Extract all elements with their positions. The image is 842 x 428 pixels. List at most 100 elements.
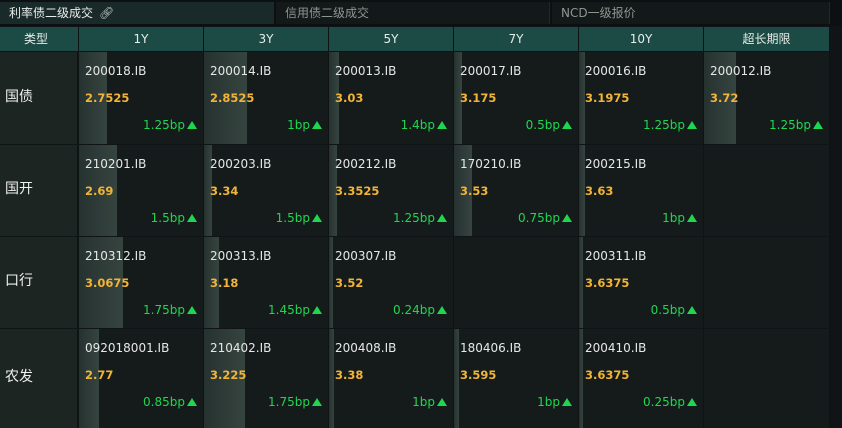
empty-cell — [454, 237, 579, 328]
bond-code: 200018.IB — [85, 64, 147, 78]
bond-yield: 3.225 — [210, 368, 247, 382]
triangle-up-icon — [312, 214, 322, 222]
bond-code: 092018001.IB — [85, 341, 170, 355]
triangle-up-icon — [687, 214, 697, 222]
quote-cell[interactable]: 200215.IB 3.63 1bp — [579, 145, 704, 236]
change-value: 1.5bp — [275, 211, 310, 225]
yield-change: 1.4bp — [401, 118, 447, 132]
triangle-up-icon — [187, 121, 197, 129]
quote-cell[interactable]: 210402.IB 3.225 1.75bp — [204, 329, 329, 428]
yield-change: 0.24bp — [393, 303, 447, 317]
bond-yield: 2.8525 — [210, 91, 255, 105]
bond-code: 200408.IB — [335, 341, 397, 355]
triangle-up-icon — [687, 306, 697, 314]
quote-cell[interactable]: 200311.IB 3.6375 0.5bp — [579, 237, 704, 328]
change-value: 1.25bp — [143, 118, 185, 132]
bond-yield: 3.63 — [585, 184, 614, 198]
tab-label: NCD一级报价 — [561, 6, 636, 20]
yield-change: 1bp — [287, 118, 322, 132]
yield-change: 1.5bp — [276, 211, 322, 225]
change-value: 0.24bp — [393, 303, 435, 317]
triangle-up-icon — [813, 121, 823, 129]
tab-bar: 利率债二级成交 🔗︎ 信用债二级成交 NCD一级报价 — [0, 0, 842, 26]
quote-cell[interactable]: 200307.IB 3.52 0.24bp — [329, 237, 454, 328]
triangle-up-icon — [562, 214, 572, 222]
bond-code: 200410.IB — [585, 341, 647, 355]
change-value: 1.75bp — [143, 303, 185, 317]
bond-code: 180406.IB — [460, 341, 522, 355]
quote-cell[interactable]: 200212.IB 3.3525 1.25bp — [329, 145, 454, 236]
change-value: 1.5bp — [150, 211, 185, 225]
empty-cell — [704, 237, 830, 328]
bond-code: 200212.IB — [335, 157, 397, 171]
quote-cell[interactable]: 210312.IB 3.0675 1.75bp — [79, 237, 204, 328]
volume-bar — [579, 329, 583, 428]
bond-yield: 2.77 — [85, 368, 114, 382]
quote-cell[interactable]: 200017.IB 3.175 0.5bp — [454, 52, 579, 144]
row-label: 口行 — [0, 237, 78, 328]
bond-yield: 2.69 — [85, 184, 114, 198]
bond-code: 200203.IB — [210, 157, 272, 171]
yield-change: 0.75bp — [518, 211, 572, 225]
bond-code: 200016.IB — [585, 64, 647, 78]
quote-cell[interactable]: 092018001.IB 2.77 0.85bp — [79, 329, 204, 428]
triangle-up-icon — [187, 306, 197, 314]
header-col-5[interactable]: 超长期限 — [704, 27, 830, 51]
tab-ncd-primary-quote[interactable]: NCD一级报价 — [552, 2, 830, 24]
quote-cell[interactable]: 200313.IB 3.18 1.45bp — [204, 237, 329, 328]
bond-yield: 3.18 — [210, 276, 239, 290]
quote-cell[interactable]: 170210.IB 3.53 0.75bp — [454, 145, 579, 236]
yield-change: 1bp — [662, 211, 697, 225]
volume-bar — [579, 237, 583, 328]
row-label: 农发 — [0, 329, 78, 428]
header-col-3[interactable]: 7Y — [454, 27, 579, 51]
bond-yield: 3.0675 — [85, 276, 130, 290]
quote-cell[interactable]: 200410.IB 3.6375 0.25bp — [579, 329, 704, 428]
triangle-up-icon — [437, 306, 447, 314]
triangle-up-icon — [437, 214, 447, 222]
bond-code: 200215.IB — [585, 157, 647, 171]
quote-cell[interactable]: 180406.IB 3.595 1bp — [454, 329, 579, 428]
quote-cell[interactable]: 200203.IB 3.34 1.5bp — [204, 145, 329, 236]
volume-bar — [329, 237, 333, 328]
quote-cell[interactable]: 200012.IB 3.72 1.25bp — [704, 52, 830, 144]
row-label: 国开 — [0, 145, 78, 236]
change-value: 1bp — [537, 395, 560, 409]
triangle-up-icon — [562, 398, 572, 406]
triangle-up-icon — [312, 398, 322, 406]
bond-code: 210312.IB — [85, 249, 147, 263]
yield-change: 1.5bp — [151, 211, 197, 225]
triangle-up-icon — [437, 121, 447, 129]
change-value: 1.25bp — [769, 118, 811, 132]
quote-cell[interactable]: 200408.IB 3.38 1bp — [329, 329, 454, 428]
bond-code: 200313.IB — [210, 249, 272, 263]
change-value: 0.5bp — [525, 118, 560, 132]
quote-cell[interactable]: 200013.IB 3.03 1.4bp — [329, 52, 454, 144]
header-type: 类型 — [0, 27, 79, 51]
bond-code: 210402.IB — [210, 341, 272, 355]
triangle-up-icon — [187, 398, 197, 406]
bond-yield: 3.52 — [335, 276, 364, 290]
tab-credit-bond-secondary[interactable]: 信用债二级成交 — [276, 2, 550, 24]
link-icon[interactable]: 🔗︎ — [99, 2, 114, 24]
tab-rate-bond-secondary[interactable]: 利率债二级成交 🔗︎ — [0, 2, 274, 24]
bond-code: 200017.IB — [460, 64, 522, 78]
header-col-4[interactable]: 10Y — [579, 27, 704, 51]
quote-cell[interactable]: 200018.IB 2.7525 1.25bp — [79, 52, 204, 144]
yield-change: 1.75bp — [268, 395, 322, 409]
quote-cell[interactable]: 200014.IB 2.8525 1bp — [204, 52, 329, 144]
header-col-2[interactable]: 5Y — [329, 27, 454, 51]
yield-change: 1.25bp — [643, 118, 697, 132]
yield-change: 0.5bp — [651, 303, 697, 317]
quote-cell[interactable]: 210201.IB 2.69 1.5bp — [79, 145, 204, 236]
empty-cell — [704, 145, 830, 236]
header-col-1[interactable]: 3Y — [204, 27, 329, 51]
bond-yield: 3.6375 — [585, 368, 630, 382]
header-col-0[interactable]: 1Y — [79, 27, 204, 51]
bond-yield: 2.7525 — [85, 91, 130, 105]
change-value: 1.4bp — [400, 118, 435, 132]
change-value: 0.25bp — [643, 395, 685, 409]
quote-cell[interactable]: 200016.IB 3.1975 1.25bp — [579, 52, 704, 144]
bond-code: 200012.IB — [710, 64, 772, 78]
yield-change: 0.85bp — [143, 395, 197, 409]
